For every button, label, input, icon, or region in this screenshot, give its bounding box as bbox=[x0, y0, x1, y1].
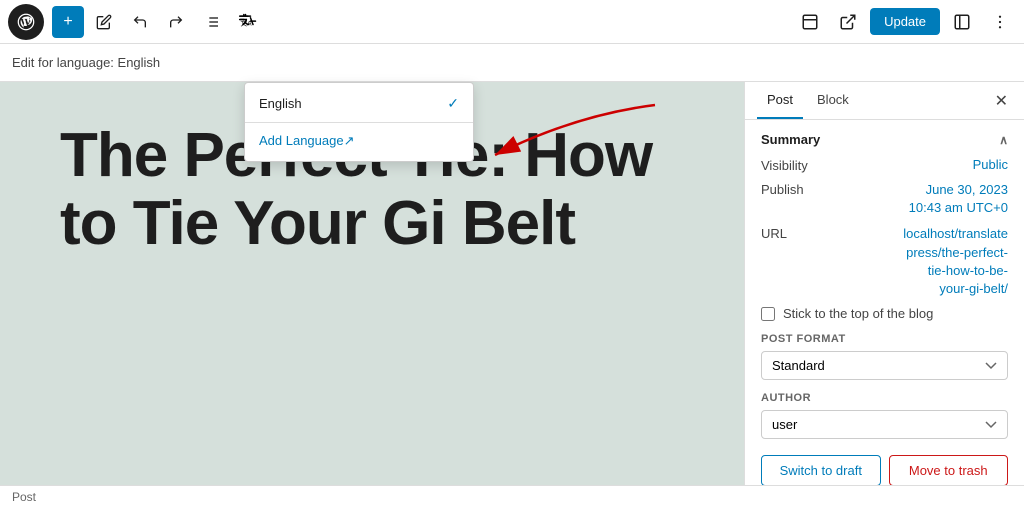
language-option-english[interactable]: English ✓ bbox=[245, 87, 473, 120]
publish-value[interactable]: June 30, 202310:43 am UTC+0 bbox=[831, 181, 1008, 217]
pencil-tool-button[interactable] bbox=[88, 6, 120, 38]
stick-to-top-checkbox[interactable] bbox=[761, 307, 775, 321]
post-format-select[interactable]: Standard bbox=[761, 351, 1008, 380]
url-row: URL localhost/translatepress/the-perfect… bbox=[761, 225, 1008, 298]
language-bar-text: Edit for language: English bbox=[12, 55, 160, 70]
undo-icon bbox=[132, 14, 148, 30]
language-dropdown: English ✓ Add Language↗ bbox=[244, 82, 474, 162]
publish-label: Publish bbox=[761, 181, 831, 197]
post-format-label: POST FORMAT bbox=[761, 333, 1008, 345]
tab-block[interactable]: Block bbox=[807, 82, 859, 119]
author-select[interactable]: user bbox=[761, 410, 1008, 439]
visibility-value[interactable]: Public bbox=[831, 157, 1008, 172]
sidebar-close-button[interactable]: ✕ bbox=[991, 87, 1012, 115]
svg-text:文A: 文A bbox=[241, 18, 253, 27]
redo-button[interactable] bbox=[160, 6, 192, 38]
external-link-button[interactable] bbox=[832, 6, 864, 38]
settings-icon bbox=[953, 13, 971, 31]
pencil-icon bbox=[96, 14, 112, 30]
external-link-icon bbox=[839, 13, 857, 31]
settings-panel-button[interactable] bbox=[946, 6, 978, 38]
redo-icon bbox=[168, 14, 184, 30]
dropdown-divider bbox=[245, 122, 473, 123]
wp-logo bbox=[8, 4, 44, 40]
main-toolbar: + 文A Update bbox=[0, 0, 1024, 44]
stick-to-top-row: Stick to the top of the blog bbox=[761, 306, 1008, 321]
visibility-label: Visibility bbox=[761, 157, 831, 173]
list-icon bbox=[204, 14, 220, 30]
translate-icon: 文A bbox=[238, 12, 258, 32]
update-button[interactable]: Update bbox=[870, 8, 940, 35]
main-layout: The Perfect Tie: How to Tie Your Gi Belt… bbox=[0, 82, 1024, 507]
preview-icon bbox=[801, 13, 819, 31]
more-dots-icon bbox=[991, 13, 1009, 31]
visibility-row: Visibility Public bbox=[761, 157, 1008, 173]
summary-section: Summary ∧ Visibility Public Publish June… bbox=[745, 120, 1024, 499]
translate-button[interactable]: 文A bbox=[232, 6, 264, 38]
toolbar-right: Update bbox=[794, 6, 1016, 38]
url-label: URL bbox=[761, 225, 831, 241]
action-buttons: Switch to draft Move to trash bbox=[761, 455, 1008, 486]
language-bar: Edit for language: English bbox=[0, 44, 1024, 82]
summary-header: Summary ∧ bbox=[761, 132, 1008, 147]
move-to-trash-button[interactable]: Move to trash bbox=[889, 455, 1009, 486]
stick-to-top-label: Stick to the top of the blog bbox=[783, 306, 933, 321]
undo-button[interactable] bbox=[124, 6, 156, 38]
sidebar-tabs: Post Block ✕ bbox=[745, 82, 1024, 120]
switch-to-draft-button[interactable]: Switch to draft bbox=[761, 455, 881, 486]
more-options-button[interactable] bbox=[984, 6, 1016, 38]
wordpress-icon bbox=[16, 12, 36, 32]
summary-label: Summary bbox=[761, 132, 820, 147]
right-sidebar: Post Block ✕ Summary ∧ Visibility Public… bbox=[744, 82, 1024, 507]
status-bar: Post bbox=[0, 485, 1024, 507]
author-label: AUTHOR bbox=[761, 392, 1008, 404]
check-icon: ✓ bbox=[447, 95, 459, 112]
tab-post[interactable]: Post bbox=[757, 82, 803, 119]
preview-button[interactable] bbox=[794, 6, 826, 38]
publish-row: Publish June 30, 202310:43 am UTC+0 bbox=[761, 181, 1008, 217]
add-language-link[interactable]: Add Language↗ bbox=[245, 125, 473, 157]
list-view-button[interactable] bbox=[196, 6, 228, 38]
language-label: English bbox=[259, 96, 302, 111]
summary-chevron-icon: ∧ bbox=[999, 133, 1008, 147]
status-text: Post bbox=[12, 490, 36, 504]
add-block-button[interactable]: + bbox=[52, 6, 84, 38]
url-value[interactable]: localhost/translatepress/the-perfect-tie… bbox=[831, 225, 1008, 298]
